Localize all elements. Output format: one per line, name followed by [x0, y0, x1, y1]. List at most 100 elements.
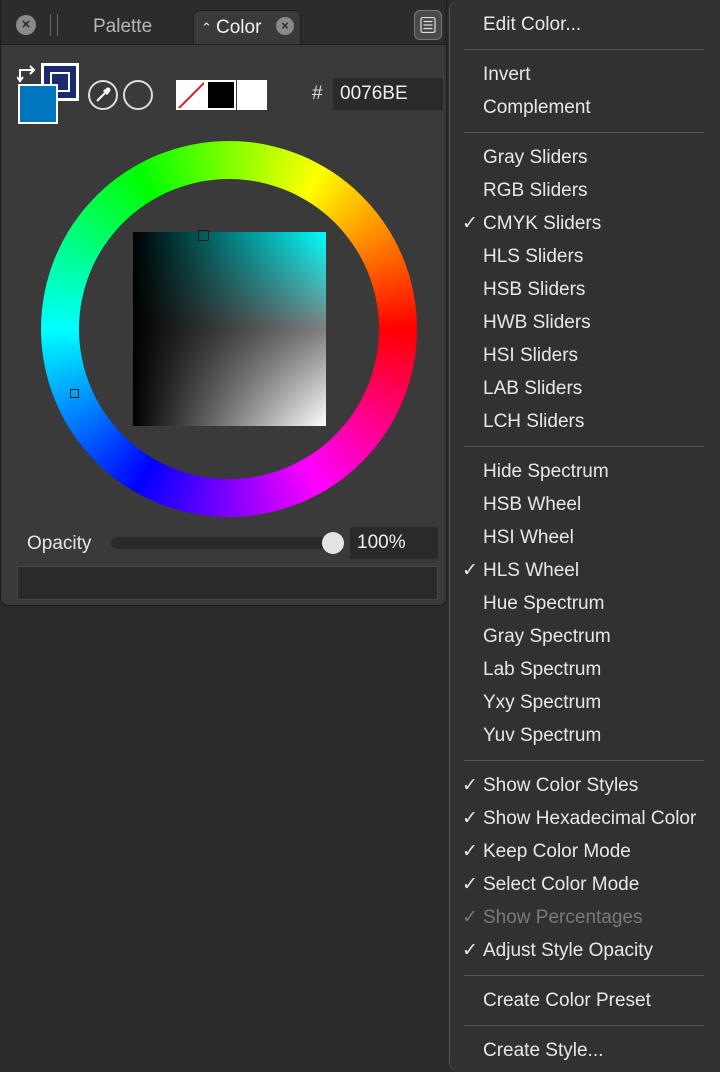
menu-item-create-color-preset[interactable]: Create Color Preset [450, 984, 720, 1017]
tab-palette-label: Palette [93, 16, 153, 37]
up-down-arrows-icon: ⌃ [201, 20, 212, 35]
menu-item-hue-spectrum[interactable]: Hue Spectrum [450, 587, 720, 620]
menu-item-label: Lab Spectrum [483, 659, 602, 680]
checkmark-icon: ✓ [462, 841, 478, 862]
opacity-label: Opacity [27, 533, 92, 554]
menu-icon [420, 17, 436, 33]
menu-item-label: Invert [483, 64, 531, 85]
tab-color[interactable]: ⌃ Color × [193, 10, 301, 44]
menu-item-label: HLS Sliders [483, 246, 584, 267]
menu-item-invert[interactable]: Invert [450, 58, 720, 91]
swap-arrows-icon[interactable] [17, 64, 39, 84]
white-swatch[interactable] [237, 80, 267, 110]
menu-item-adjust-style-opacity[interactable]: ✓ Adjust Style Opacity [450, 934, 720, 967]
menu-item-hsi-sliders[interactable]: HSI Sliders [450, 339, 720, 372]
menu-item-show-hexadecimal-color[interactable]: ✓ Show Hexadecimal Color [450, 802, 720, 835]
black-swatch[interactable] [206, 80, 236, 110]
menu-separator [464, 975, 704, 976]
menu-item-label: Show Color Styles [483, 775, 639, 796]
color-styles-bar[interactable] [17, 566, 438, 600]
menu-item-label: CMYK Sliders [483, 213, 602, 234]
menu-item-cmyk-sliders[interactable]: ✓ CMYK Sliders [450, 207, 720, 240]
menu-item-hls-sliders[interactable]: HLS Sliders [450, 240, 720, 273]
panel-tab-bar: × Palette ⌃ Color × [1, 0, 446, 45]
panel-menu-button[interactable] [414, 10, 442, 40]
menu-item-label: HSI Wheel [483, 527, 574, 548]
menu-item-label: Yxy Spectrum [483, 692, 602, 713]
fill-color-swatch[interactable] [18, 84, 58, 124]
menu-item-create-style[interactable]: Create Style... [450, 1034, 720, 1067]
menu-item-label: HSB Sliders [483, 279, 586, 300]
menu-item-gray-sliders[interactable]: Gray Sliders [450, 141, 720, 174]
saturation-lightness-square[interactable] [133, 232, 326, 426]
menu-item-label: Adjust Style Opacity [483, 940, 654, 961]
opacity-value-field[interactable]: 100% [350, 527, 438, 559]
menu-item-label: HWB Sliders [483, 312, 591, 333]
menu-item-yxy-spectrum[interactable]: Yxy Spectrum [450, 686, 720, 719]
eyedropper-button[interactable] [88, 80, 118, 110]
menu-separator [464, 132, 704, 133]
menu-item-label: HSB Wheel [483, 494, 582, 515]
panel-grip-handle[interactable] [50, 14, 58, 36]
opacity-slider-track[interactable] [111, 537, 344, 549]
menu-item-hsb-sliders[interactable]: HSB Sliders [450, 273, 720, 306]
menu-item-lab-sliders[interactable]: LAB Sliders [450, 372, 720, 405]
color-panel: × Palette ⌃ Color × # 0076BE Opacity 100… [0, 0, 447, 606]
menu-separator [464, 49, 704, 50]
menu-item-label: Gray Sliders [483, 147, 588, 168]
menu-separator [464, 760, 704, 761]
menu-item-label: RGB Sliders [483, 180, 588, 201]
menu-separator [464, 446, 704, 447]
saturation-lightness-marker[interactable] [198, 230, 209, 241]
menu-item-label: Select Color Mode [483, 874, 640, 895]
tab-close-icon[interactable]: × [276, 17, 294, 35]
hls-color-wheel[interactable] [41, 141, 417, 517]
menu-item-label: HSI Sliders [483, 345, 579, 366]
menu-item-label: Hue Spectrum [483, 593, 605, 614]
checkmark-icon: ✓ [462, 808, 478, 829]
menu-item-label: LAB Sliders [483, 378, 583, 399]
circle-swatch-button[interactable] [123, 80, 153, 110]
tab-color-label: Color [216, 17, 262, 38]
menu-item-rgb-sliders[interactable]: RGB Sliders [450, 174, 720, 207]
menu-item-label: LCH Sliders [483, 411, 585, 432]
panel-options-menu: Edit Color... Invert Complement Gray Slider… [449, 0, 720, 1072]
menu-item-label: Yuv Spectrum [483, 725, 602, 746]
menu-item-show-percentages: ✓ Show Percentages [450, 901, 720, 934]
menu-item-select-color-mode[interactable]: ✓ Select Color Mode [450, 868, 720, 901]
eyedropper-icon [96, 87, 111, 102]
menu-item-hwb-sliders[interactable]: HWB Sliders [450, 306, 720, 339]
menu-item-gray-spectrum[interactable]: Gray Spectrum [450, 620, 720, 653]
hex-prefix-label: # [312, 83, 323, 104]
menu-item-hsb-wheel[interactable]: HSB Wheel [450, 488, 720, 521]
menu-item-label: Create Color Preset [483, 990, 651, 1011]
menu-item-lch-sliders[interactable]: LCH Sliders [450, 405, 720, 438]
menu-item-show-color-styles[interactable]: ✓ Show Color Styles [450, 769, 720, 802]
menu-item-complement[interactable]: Complement [450, 91, 720, 124]
menu-item-hls-wheel[interactable]: ✓ HLS Wheel [450, 554, 720, 587]
checkmark-icon: ✓ [462, 940, 478, 961]
checkmark-icon: ✓ [462, 874, 478, 895]
menu-item-label: Edit Color... [483, 14, 582, 35]
hue-marker[interactable] [70, 389, 79, 398]
menu-item-lab-spectrum[interactable]: Lab Spectrum [450, 653, 720, 686]
menu-item-label: Gray Spectrum [483, 626, 611, 647]
menu-item-label: Hide Spectrum [483, 461, 609, 482]
menu-item-label: Show Percentages [483, 907, 643, 928]
menu-item-edit-color[interactable]: Edit Color... [450, 8, 720, 41]
checkmark-icon: ✓ [462, 213, 478, 234]
menu-item-yuv-spectrum[interactable]: Yuv Spectrum [450, 719, 720, 752]
panel-close-icon[interactable]: × [16, 15, 36, 35]
tab-palette[interactable]: Palette [93, 10, 152, 44]
menu-item-label: Complement [483, 97, 591, 118]
checkmark-icon: ✓ [462, 775, 478, 796]
menu-item-label: Keep Color Mode [483, 841, 631, 862]
menu-item-hide-spectrum[interactable]: Hide Spectrum [450, 455, 720, 488]
hex-color-input[interactable] [333, 78, 443, 110]
menu-item-hsi-wheel[interactable]: HSI Wheel [450, 521, 720, 554]
menu-item-label: HLS Wheel [483, 560, 580, 581]
menu-separator [464, 1025, 704, 1026]
none-swatch[interactable] [176, 80, 206, 110]
menu-item-keep-color-mode[interactable]: ✓ Keep Color Mode [450, 835, 720, 868]
opacity-slider-thumb[interactable] [322, 532, 344, 554]
